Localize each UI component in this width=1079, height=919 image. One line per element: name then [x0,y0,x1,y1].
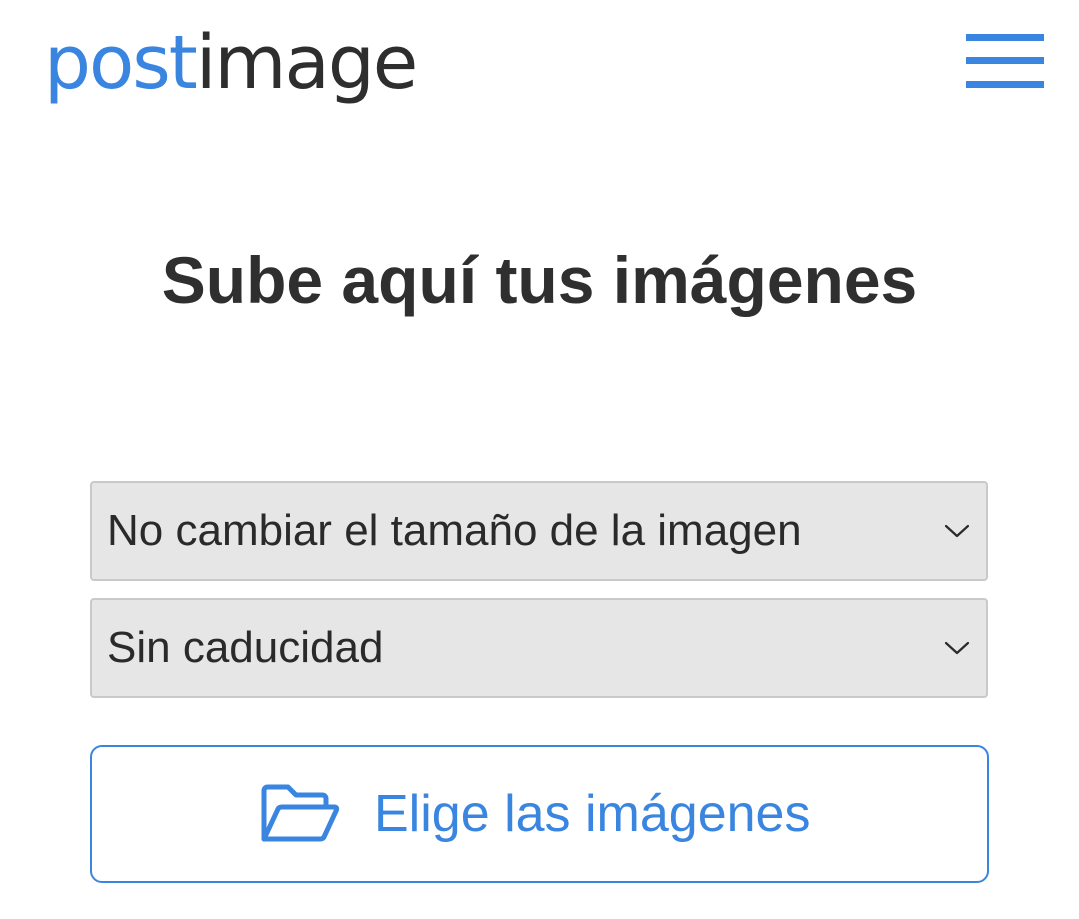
chevron-down-icon [944,524,970,538]
resize-select-value: No cambiar el tamaño de la imagen [107,506,802,555]
choose-images-button[interactable]: Elige las imágenes [90,745,989,883]
hamburger-menu-icon[interactable] [964,31,1046,93]
page: postimage Sube aquí tus imágenes No camb… [0,0,1079,919]
resize-select[interactable]: No cambiar el tamaño de la imagen [90,481,988,581]
expiry-select[interactable]: Sin caducidad [90,598,988,698]
logo-text-image: image [195,20,418,106]
postimage-logo[interactable]: postimage [44,18,418,108]
choose-images-label: Elige las imágenes [374,785,811,843]
menu-line [966,57,1044,64]
expiry-select-value: Sin caducidad [107,623,384,672]
menu-line [966,34,1044,41]
logo-text-post: post [44,20,198,106]
header: postimage [0,0,1079,120]
menu-line [966,81,1044,88]
folder-open-icon [261,784,340,842]
page-title: Sube aquí tus imágenes [161,243,918,317]
chevron-down-icon [944,641,970,655]
